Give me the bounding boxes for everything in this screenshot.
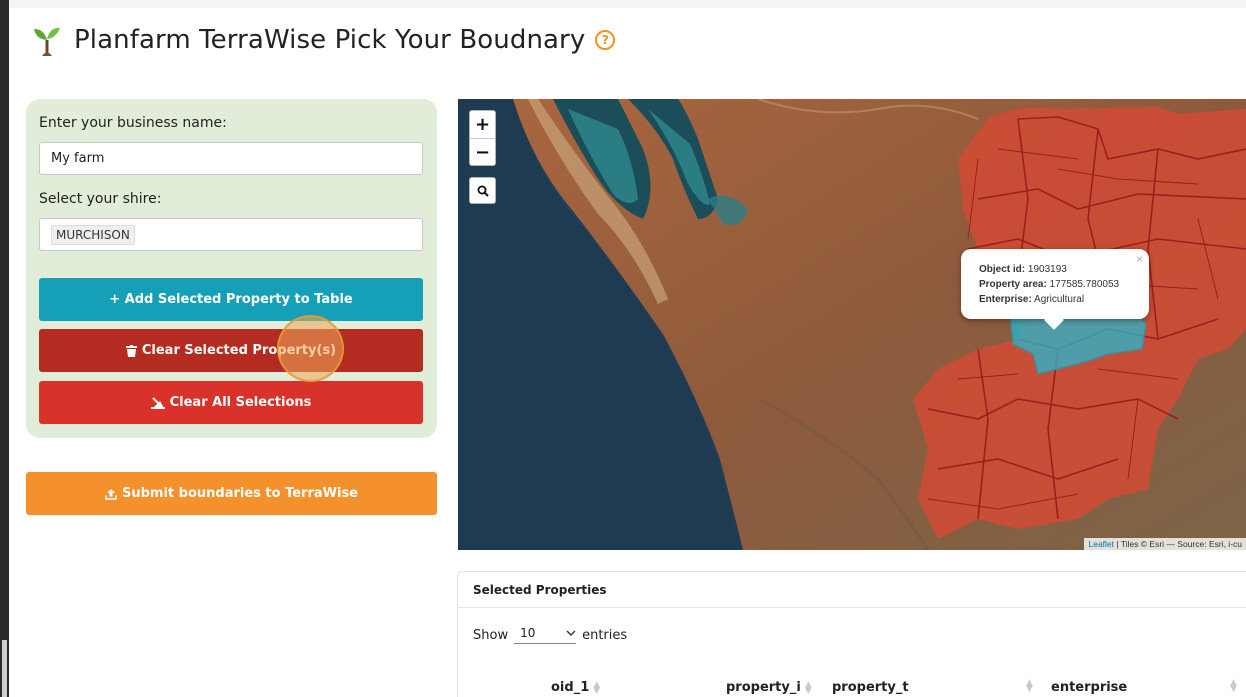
- column-header-enterprise[interactable]: enterprise: [1051, 680, 1127, 695]
- column-label: oid_1: [551, 680, 590, 695]
- clear-all-button[interactable]: Clear All Selections: [39, 381, 423, 424]
- popup-object-id-label: Object id:: [979, 264, 1026, 275]
- entries-label: entries: [582, 627, 628, 643]
- shire-chip[interactable]: MURCHISON: [51, 224, 135, 245]
- question-circle-icon[interactable]: ?: [595, 30, 616, 50]
- sort-icon: ▲ ▼: [593, 679, 601, 696]
- submit-button[interactable]: Submit boundaries to TerraWise: [26, 472, 437, 515]
- zoom-in-button[interactable]: +: [470, 111, 495, 138]
- zoom-control: + −: [469, 110, 496, 166]
- page-length-control: Show 10 entries: [473, 626, 627, 644]
- clear-all-label: Clear All Selections: [169, 395, 312, 410]
- map-view[interactable]: + − × Object id: 1903193 Property area: …: [458, 99, 1246, 550]
- seedling-icon: [34, 27, 60, 56]
- window-edge: [0, 0, 9, 697]
- page-size-select[interactable]: 10: [514, 626, 577, 644]
- column-label: property_i: [726, 680, 801, 695]
- search-icon: [477, 185, 489, 197]
- popup-area: 177585.780053: [1049, 279, 1120, 290]
- card-title: Selected Properties: [458, 572, 1246, 608]
- scrollbar-thumb[interactable]: [2, 640, 7, 697]
- trash-icon: [125, 344, 137, 357]
- shire-select[interactable]: MURCHISON: [39, 218, 423, 251]
- business-name-input[interactable]: My farm: [39, 142, 423, 175]
- show-label: Show: [473, 627, 509, 643]
- popup-enterprise-label: Enterprise:: [979, 294, 1032, 305]
- page-title: Planfarm TerraWise Pick Your Boudnary: [74, 25, 586, 55]
- shire-label: Select your shire:: [39, 191, 162, 207]
- submit-label: Submit boundaries to TerraWise: [121, 486, 358, 501]
- page-size-value: 10: [520, 626, 536, 640]
- business-name-label: Enter your business name:: [39, 115, 227, 131]
- attribution-text: | Tiles © Esri — Source: Esri, i-cu: [1116, 539, 1242, 549]
- popup-enterprise-row: Enterprise: Agricultural: [979, 292, 1139, 307]
- column-header-oid[interactable]: oid_1 ▲ ▼: [551, 680, 600, 695]
- column-label: enterprise: [1051, 680, 1128, 695]
- column-header-property-t[interactable]: property_t: [832, 680, 909, 695]
- clear-selected-button[interactable]: Clear Selected Property(s): [39, 329, 423, 372]
- sort-icon: ▲ ▼: [1230, 678, 1237, 694]
- sort-icon: ▲ ▼: [1026, 678, 1033, 694]
- upload-icon: [105, 488, 117, 500]
- top-strip: [9, 0, 1246, 8]
- add-property-button[interactable]: + Add Selected Property to Table: [39, 278, 423, 321]
- broom-icon: [150, 397, 165, 409]
- chevron-down-icon: [566, 630, 576, 636]
- column-header-property-t-sort[interactable]: ▲ ▼: [1026, 678, 1033, 694]
- column-label: property_t: [832, 680, 909, 695]
- popup-area-label: Property area:: [979, 279, 1047, 290]
- property-popup: × Object id: 1903193 Property area: 1775…: [961, 249, 1149, 330]
- popup-object-id: 1903193: [1027, 264, 1067, 275]
- satellite-basemap[interactable]: [458, 99, 1246, 550]
- click-indicator: [277, 315, 344, 382]
- zoom-out-button[interactable]: −: [470, 138, 495, 165]
- popup-object-id-row: Object id: 1903193: [979, 262, 1139, 277]
- column-header-property-i[interactable]: property_i ▲ ▼: [726, 680, 812, 695]
- page-header: Planfarm TerraWise Pick Your Boudnary ?: [30, 20, 616, 60]
- map-attribution: Leaflet | Tiles © Esri — Source: Esri, i…: [1084, 538, 1246, 550]
- column-header-enterprise-sort[interactable]: ▲ ▼: [1230, 678, 1237, 694]
- selected-properties-card: Selected Properties Show 10 entries oid_…: [457, 571, 1246, 697]
- popup-area-row: Property area: 177585.780053: [979, 277, 1139, 292]
- popup-enterprise: Agricultural: [1034, 294, 1085, 305]
- sort-icon: ▲ ▼: [804, 679, 812, 696]
- map-search-button[interactable]: [469, 177, 496, 204]
- leaflet-link[interactable]: Leaflet: [1088, 539, 1114, 549]
- selection-panel: Enter your business name: My farm Select…: [26, 99, 437, 438]
- popup-close-icon[interactable]: ×: [1136, 252, 1143, 267]
